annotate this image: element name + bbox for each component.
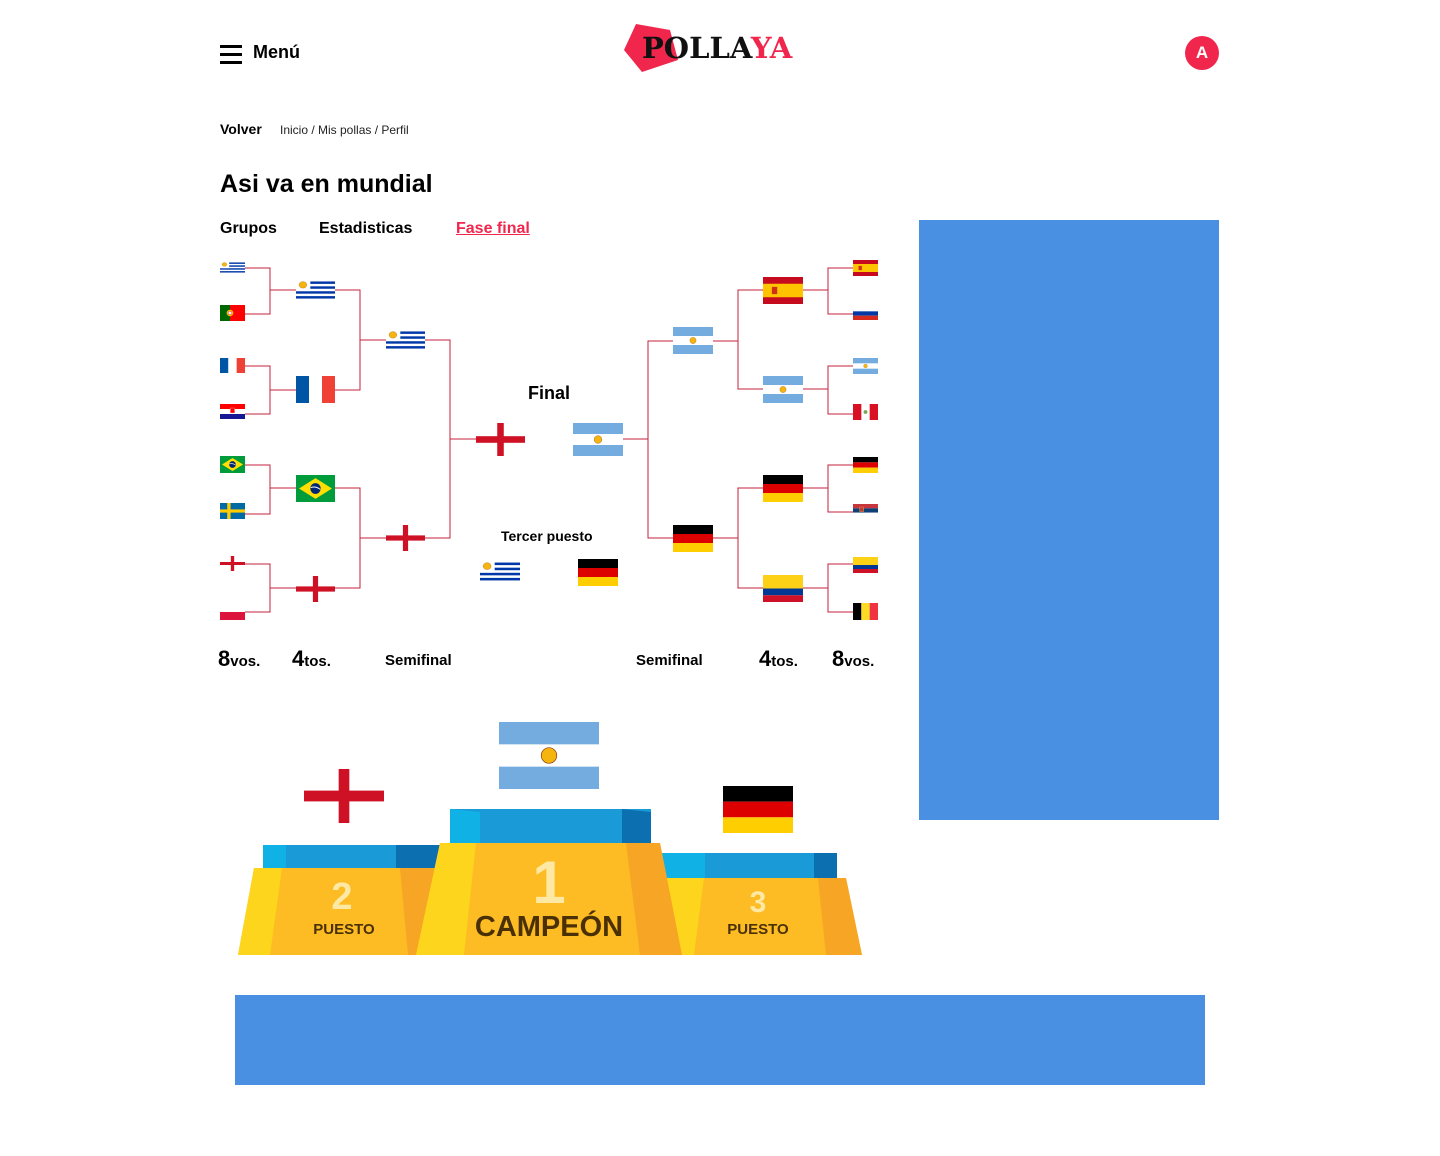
flag-england — [476, 423, 525, 456]
podium-second-label: PUESTO — [313, 921, 375, 938]
flag-uruguay — [480, 560, 520, 583]
flag-uruguay — [386, 329, 425, 351]
knockout-bracket: Final Tercer puesto — [0, 0, 1440, 700]
flag-croatia — [220, 404, 245, 419]
flag-brazil — [296, 475, 335, 502]
third-place-label: Tercer puesto — [501, 528, 593, 544]
flag-spain — [763, 277, 803, 304]
flag-uruguay — [296, 279, 335, 301]
flag-germany — [578, 559, 618, 586]
flag-england — [220, 556, 245, 571]
stage-suffix: vos. — [844, 653, 875, 670]
flag-colombia — [853, 557, 878, 573]
flag-germany — [763, 475, 803, 502]
podium-flag-second — [304, 769, 384, 823]
flag-portugal — [220, 305, 245, 321]
flag-belgium — [853, 603, 878, 620]
flag-uruguay — [220, 261, 245, 274]
ad-banner-bottom[interactable] — [235, 995, 1205, 1085]
stage-number: 4 — [292, 646, 305, 671]
flag-england — [386, 525, 425, 551]
flag-brazil — [220, 456, 245, 473]
stage-label-qf-right: 4tos. — [759, 646, 798, 672]
podium-first-number: 1 — [532, 849, 566, 916]
flag-argentina — [853, 358, 878, 374]
stage-label-r16-left: 8vos. — [218, 646, 260, 672]
stage-number: 8 — [218, 646, 231, 671]
bracket-lines — [245, 267, 853, 613]
flag-colombia — [763, 575, 803, 602]
podium-first-label: CAMPEÓN — [474, 911, 624, 943]
stage-label-qf-left: 4tos. — [292, 646, 331, 672]
stage-suffix: tos. — [771, 653, 798, 670]
stage-number: 4 — [759, 646, 772, 671]
flag-sweden — [220, 503, 245, 519]
flag-peru — [853, 404, 878, 420]
flag-england — [296, 576, 335, 602]
podium-third-number: 3 — [749, 886, 767, 919]
flag-france — [296, 376, 335, 403]
stage-label-semi-left: Semifinal — [385, 652, 452, 669]
podium-flag-first — [499, 722, 599, 789]
flag-argentina — [573, 423, 623, 456]
flag-serbia — [853, 504, 878, 517]
flag-russia — [853, 307, 878, 320]
flag-poland — [220, 604, 245, 620]
flag-argentina — [673, 327, 713, 354]
stage-suffix: tos. — [304, 653, 331, 670]
podium-flag-third — [723, 786, 793, 833]
flag-germany — [853, 457, 878, 473]
stage-number: 8 — [832, 646, 845, 671]
flag-spain — [853, 260, 878, 276]
flag-argentina — [763, 376, 803, 403]
podium-third-label: PUESTO — [727, 921, 789, 938]
flag-france — [220, 358, 245, 373]
final-label: Final — [528, 383, 571, 403]
flag-germany — [673, 525, 713, 552]
ad-banner-sidebar[interactable] — [919, 220, 1219, 820]
stage-suffix: vos. — [230, 653, 261, 670]
stage-label-semi-right: Semifinal — [636, 652, 703, 669]
stage-label-r16-right: 8vos. — [832, 646, 874, 672]
podium-second-number: 2 — [331, 876, 353, 918]
